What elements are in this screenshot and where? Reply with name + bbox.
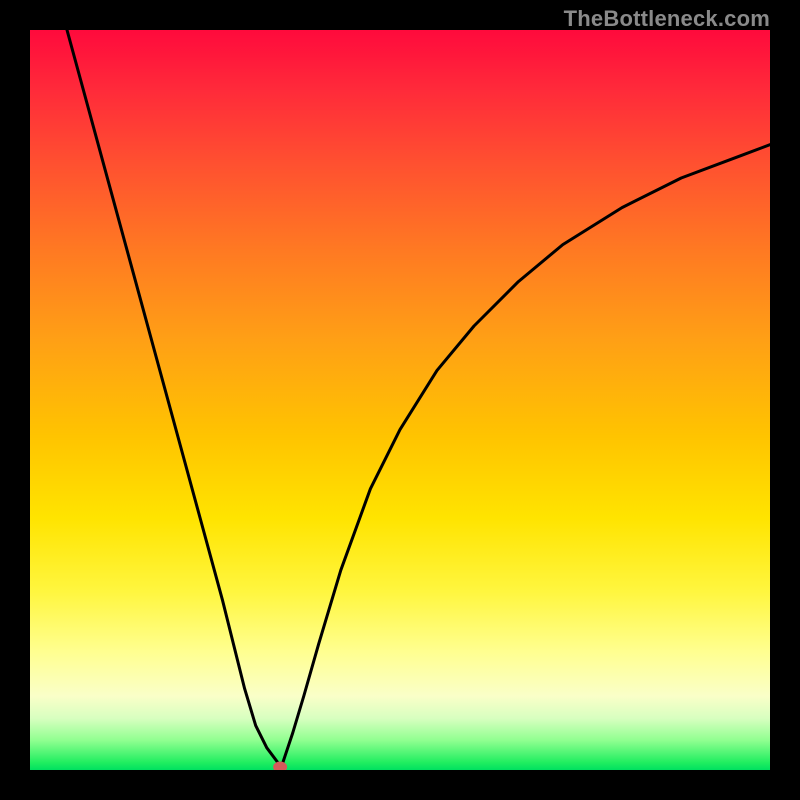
curve-group — [67, 30, 770, 770]
bottleneck-curve — [67, 30, 770, 770]
plot-area — [30, 30, 770, 770]
minimum-marker — [273, 762, 287, 771]
watermark-text: TheBottleneck.com — [564, 6, 770, 32]
curve-svg — [30, 30, 770, 770]
chart-frame: TheBottleneck.com — [0, 0, 800, 800]
